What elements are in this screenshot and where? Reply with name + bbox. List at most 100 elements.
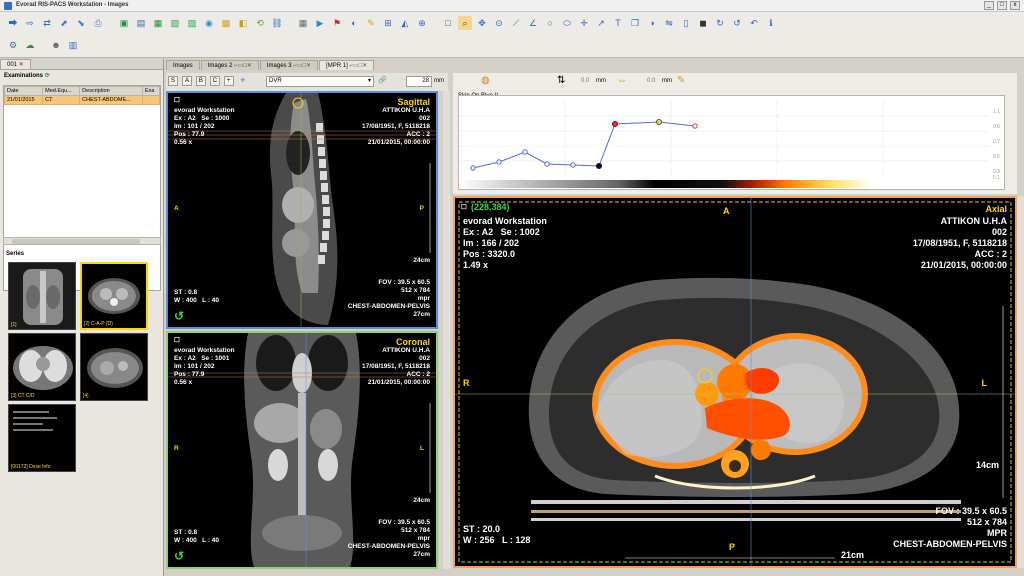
annotate-icon[interactable]: ✎ (364, 16, 378, 30)
user-icon[interactable]: ☻ (49, 38, 63, 52)
curve-point[interactable] (612, 121, 618, 127)
export-icon[interactable]: ⬈ (57, 16, 71, 30)
burn-cd-icon[interactable]: ◉ (202, 16, 216, 30)
tab-images-3[interactable]: Images 3 ⌐▭□✕ (259, 60, 319, 70)
save-icon[interactable]: ▣ (117, 16, 131, 30)
rotate-ccw-icon[interactable]: ↺ (730, 16, 744, 30)
mpr-s-button[interactable]: S (168, 76, 178, 86)
magnifier-icon[interactable]: ⊙ (492, 16, 506, 30)
flag-icon[interactable]: ⚑ (330, 16, 344, 30)
grid-icon[interactable]: ▦ (296, 16, 310, 30)
transfer-curve-editor[interactable]: 1.1 0.9 0.7 0.5 0.3 0.1 (458, 95, 1005, 190)
reset-icon[interactable]: ↶ (747, 16, 761, 30)
axial-scrollbar[interactable] (1017, 196, 1024, 568)
coronal-select-checkbox[interactable]: ☐ (174, 337, 180, 345)
curve-point[interactable] (596, 163, 602, 169)
save-all-icon[interactable]: ▤ (134, 16, 148, 30)
tab-images-2[interactable]: Images 2 ⌐▭□✕ (200, 60, 259, 70)
send-study-icon[interactable]: ⇨ (23, 16, 37, 30)
curve-point[interactable] (656, 119, 662, 125)
coronal-viewport[interactable]: ☐ Coronal evorad Workstation Ex : A2 Se :… (166, 331, 438, 569)
help-icon[interactable]: ▥ (66, 38, 80, 52)
fusion-icon[interactable]: ⊕ (415, 16, 429, 30)
3d-icon[interactable]: ◭ (398, 16, 412, 30)
mpr-add-button[interactable]: + (223, 76, 234, 86)
refresh-icon[interactable]: ⟳ (45, 73, 50, 79)
mpr-b-button[interactable]: B (195, 76, 206, 86)
mpr-a-button[interactable]: A (181, 76, 192, 86)
rotate-cw-icon[interactable]: ↻ (713, 16, 727, 30)
close-button[interactable]: x (1010, 1, 1020, 10)
series-thumbnail-3[interactable]: [3] CT C/D (8, 333, 76, 401)
cine-icon[interactable]: ▶ (313, 16, 327, 30)
curve-point[interactable] (496, 159, 502, 165)
link-icon[interactable]: 🔗 (378, 76, 387, 84)
pan-icon[interactable]: ✥ (475, 16, 489, 30)
column-header-date[interactable]: Date (3, 86, 44, 96)
tab-images[interactable]: Images (166, 60, 200, 70)
mpr-icon[interactable]: ⊞ (381, 16, 395, 30)
tab-mpr-1[interactable]: [MPR 1] ⌐▭□✕ (319, 60, 375, 70)
sync-icon[interactable]: ⟲ (253, 16, 267, 30)
report-icon[interactable]: ▨ (185, 16, 199, 30)
maximize-button[interactable]: □ (997, 1, 1007, 10)
series-thumbnail-dose[interactable]: [00172] Dose Info (8, 404, 76, 472)
axial-viewport[interactable]: ☐ (228,384) Axial evorad Workstation Ex :… (453, 196, 1017, 568)
ruler-icon[interactable]: ⟋ (509, 16, 523, 30)
window-level-icon[interactable]: ◐ (347, 16, 361, 30)
crosshair-icon[interactable]: ✛ (238, 76, 248, 86)
copy-icon[interactable]: ❐ (628, 16, 642, 30)
flip-icon[interactable]: ⇋ (662, 16, 676, 30)
ruler-scale-icon[interactable]: ⇔ (617, 75, 627, 86)
document-icon[interactable]: ▯ (679, 16, 693, 30)
column-header-description[interactable]: Description (79, 86, 143, 96)
stack-icon[interactable]: ◼ (696, 16, 710, 30)
column-header-equipment[interactable]: Med.Equ... (42, 86, 81, 96)
query-retrieve-icon[interactable]: ⇄ (40, 16, 54, 30)
curve-point[interactable] (470, 165, 476, 171)
tab-study[interactable]: 001 ✕ (0, 59, 31, 69)
curve-point[interactable] (522, 149, 528, 155)
import-icon[interactable]: ⬊ (74, 16, 88, 30)
table-row[interactable]: 21/01/2015 CT CHEST-ABDOME... (3, 95, 161, 105)
key-image-icon[interactable]: ▧ (168, 16, 182, 30)
sagittal-select-checkbox[interactable]: ☐ (174, 97, 180, 105)
info-icon[interactable]: ℹ (764, 16, 778, 30)
minimize-button[interactable]: _ (984, 1, 994, 10)
compare-icon[interactable]: ◧ (236, 16, 250, 30)
rotate-3d-icon[interactable]: ↺ (174, 309, 184, 323)
settings-icon[interactable]: ⚙ (6, 38, 20, 52)
sync-rotate-icon[interactable]: ⇅ (557, 75, 565, 86)
roi-circle-icon[interactable]: ○ (543, 16, 557, 30)
invert-icon[interactable]: ◑ (645, 16, 659, 30)
roi-ellipse-icon[interactable]: ⬭ (560, 16, 574, 30)
arrow-annotation-icon[interactable]: ↗ (594, 16, 608, 30)
layout-icon[interactable]: ▩ (219, 16, 233, 30)
pixel-probe-icon[interactable]: ✛ (577, 16, 591, 30)
examinations-scrollbar[interactable] (3, 237, 161, 245)
column-header-exam[interactable]: Exa (141, 86, 161, 96)
save-series-icon[interactable]: ▦ (151, 16, 165, 30)
curve-point[interactable] (544, 161, 550, 167)
left-viewports-scrollbar[interactable] (443, 91, 450, 569)
thickness-input[interactable]: 28 (406, 76, 432, 87)
series-thumbnail-1[interactable]: [1] (8, 262, 76, 330)
curve-point[interactable] (570, 162, 576, 168)
render-mode-select[interactable]: DVR ▾ (266, 76, 374, 87)
close-tab-icon[interactable]: ✕ (19, 62, 24, 68)
zoom-tool-icon[interactable]: ⌕ (458, 16, 472, 30)
curve-point[interactable] (692, 123, 698, 129)
sagittal-viewport[interactable]: ☐ Sagittal evorad Workstation Ex : A2 Se … (166, 91, 438, 329)
series-thumbnail-4[interactable]: [4] (80, 333, 148, 401)
pencil-icon[interactable]: ✎ (677, 75, 685, 86)
angle-icon[interactable]: ∠ (526, 16, 540, 30)
open-study-icon[interactable]: ⮕ (6, 16, 20, 30)
print-icon[interactable]: ⎙ (91, 16, 105, 30)
select-icon[interactable]: □ (441, 16, 455, 30)
rotate-3d-icon[interactable]: ↺ (174, 549, 184, 563)
series-thumbnail-2[interactable]: [2] C-A-P (D) (80, 262, 148, 330)
palette-icon[interactable]: ◍ (481, 75, 490, 86)
network-icon[interactable]: ☁ (23, 38, 37, 52)
link-series-icon[interactable]: ⛓ (270, 16, 284, 30)
axial-select-checkbox[interactable]: ☐ (461, 204, 467, 212)
